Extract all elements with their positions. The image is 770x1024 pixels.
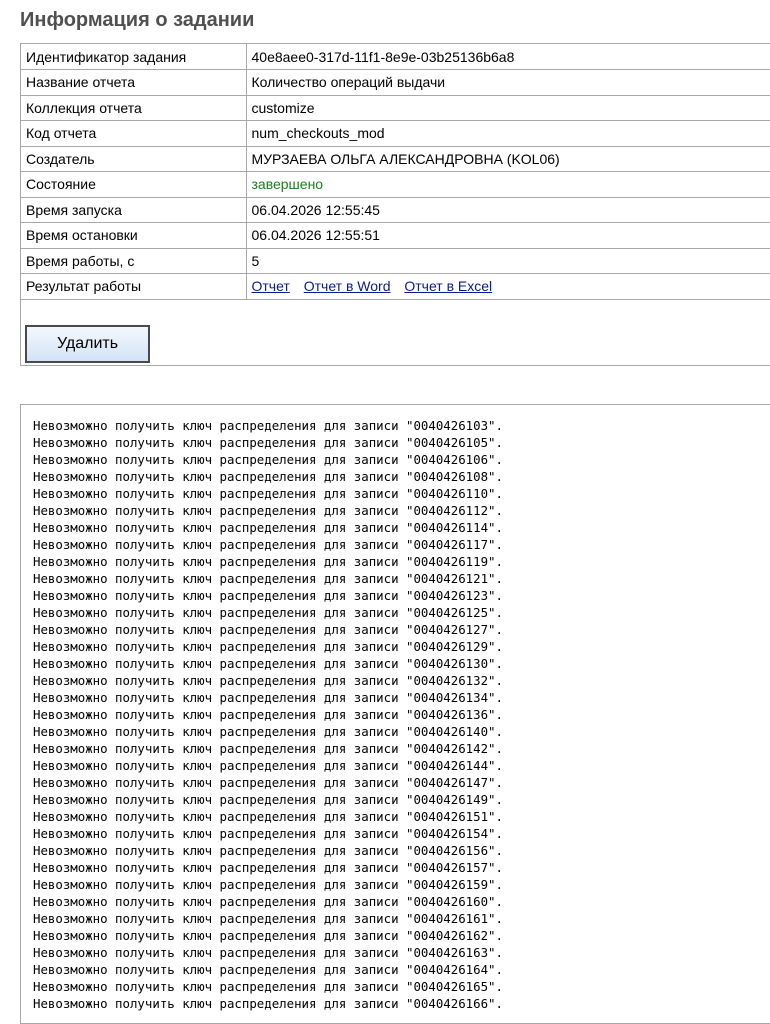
row-run-time: Время работы, с 5 xyxy=(21,248,770,274)
status-label: Состояние xyxy=(21,171,247,198)
log-line: Невозможно получить ключ распределения д… xyxy=(33,520,503,535)
log-line: Невозможно получить ключ распределения д… xyxy=(33,639,503,654)
log-line: Невозможно получить ключ распределения д… xyxy=(33,707,503,722)
row-task-id: Идентификатор задания 40e8aee0-317d-11f1… xyxy=(21,44,770,70)
log-line: Невозможно получить ключ распределения д… xyxy=(33,758,503,773)
log-line: Невозможно получить ключ распределения д… xyxy=(33,809,503,824)
log-line: Невозможно получить ключ распределения д… xyxy=(33,435,503,450)
run-time-label: Время работы, с xyxy=(21,248,247,274)
row-start-time: Время запуска 06.04.2026 12:55:45 xyxy=(21,197,770,223)
task-info-panel: Идентификатор задания 40e8aee0-317d-11f1… xyxy=(20,43,770,366)
log-line: Невозможно получить ключ распределения д… xyxy=(33,928,503,943)
log-line: Невозможно получить ключ распределения д… xyxy=(33,741,503,756)
log-line: Невозможно получить ключ распределения д… xyxy=(33,656,503,671)
report-excel-link[interactable]: Отчет в Excel xyxy=(404,278,492,294)
log-line: Невозможно получить ключ распределения д… xyxy=(33,469,503,484)
run-time-value: 5 xyxy=(246,248,770,274)
report-collection-label: Коллекция отчета xyxy=(21,95,247,121)
log-line: Невозможно получить ключ распределения д… xyxy=(33,537,503,552)
report-code-value: num_checkouts_mod xyxy=(246,120,770,147)
report-code-label: Код отчета xyxy=(21,120,247,147)
log-line: Невозможно получить ключ распределения д… xyxy=(33,554,503,569)
creator-value: МУРЗАЕВА ОЛЬГА АЛЕКСАНДРОВНА (KOL06) xyxy=(246,146,770,172)
log-line: Невозможно получить ключ распределения д… xyxy=(33,894,503,909)
log-panel: Невозможно получить ключ распределения д… xyxy=(20,404,770,1024)
log-line: Невозможно получить ключ распределения д… xyxy=(33,690,503,705)
log-line: Невозможно получить ключ распределения д… xyxy=(33,843,503,858)
log-line: Невозможно получить ключ распределения д… xyxy=(33,571,503,586)
log-line: Невозможно получить ключ распределения д… xyxy=(33,486,503,501)
report-name-value: Количество операций выдачи xyxy=(246,69,770,96)
start-time-value: 06.04.2026 12:55:45 xyxy=(246,197,770,223)
row-result: Результат работы Отчет Отчет в Word Отче… xyxy=(21,273,770,300)
log-line: Невозможно получить ключ распределения д… xyxy=(33,775,503,790)
page-title: Информация о задании xyxy=(20,9,255,31)
status-value: завершено xyxy=(246,171,770,198)
log-line: Невозможно получить ключ распределения д… xyxy=(33,452,503,467)
log-line: Невозможно получить ключ распределения д… xyxy=(33,588,503,603)
log-line: Невозможно получить ключ распределения д… xyxy=(33,622,503,637)
row-report-code: Код отчета num_checkouts_mod xyxy=(21,120,770,147)
result-links: Отчет Отчет в Word Отчет в Excel xyxy=(246,273,770,300)
row-report-collection: Коллекция отчета customize xyxy=(21,95,770,121)
delete-button[interactable]: Удалить xyxy=(25,325,150,363)
report-link[interactable]: Отчет xyxy=(252,278,290,294)
log-line: Невозможно получить ключ распределения д… xyxy=(33,945,503,960)
log-line: Невозможно получить ключ распределения д… xyxy=(33,979,503,994)
row-stop-time: Время остановки 06.04.2026 12:55:51 xyxy=(21,222,770,249)
log-line: Невозможно получить ключ распределения д… xyxy=(33,503,503,518)
report-name-label: Название отчета xyxy=(21,69,247,96)
log-line: Невозможно получить ключ распределения д… xyxy=(33,418,503,433)
log-line: Невозможно получить ключ распределения д… xyxy=(33,673,503,688)
log-line: Невозможно получить ключ распределения д… xyxy=(33,877,503,892)
creator-label: Создатель xyxy=(21,146,247,172)
stop-time-label: Время остановки xyxy=(21,222,247,249)
task-info-table: Идентификатор задания 40e8aee0-317d-11f1… xyxy=(21,44,770,300)
report-collection-value: customize xyxy=(246,95,770,121)
log-line: Невозможно получить ключ распределения д… xyxy=(33,860,503,875)
log-line: Невозможно получить ключ распределения д… xyxy=(33,605,503,620)
log-line: Невозможно получить ключ распределения д… xyxy=(33,911,503,926)
report-word-link[interactable]: Отчет в Word xyxy=(304,278,391,294)
row-creator: Создатель МУРЗАЕВА ОЛЬГА АЛЕКСАНДРОВНА (… xyxy=(21,146,770,172)
log-line: Невозможно получить ключ распределения д… xyxy=(33,724,503,739)
log-line: Невозможно получить ключ распределения д… xyxy=(33,826,503,841)
start-time-label: Время запуска xyxy=(21,197,247,223)
log-line: Невозможно получить ключ распределения д… xyxy=(33,792,503,807)
result-label: Результат работы xyxy=(21,273,247,300)
row-status: Состояние завершено xyxy=(21,171,770,198)
task-id-value: 40e8aee0-317d-11f1-8e9e-03b25136b6a8 xyxy=(246,44,770,70)
log-text: Невозможно получить ключ распределения д… xyxy=(21,405,770,1012)
log-line: Невозможно получить ключ распределения д… xyxy=(33,996,503,1011)
task-id-label: Идентификатор задания xyxy=(21,44,247,70)
row-report-name: Название отчета Количество операций выда… xyxy=(21,69,770,96)
log-line: Невозможно получить ключ распределения д… xyxy=(33,962,503,977)
stop-time-value: 06.04.2026 12:55:51 xyxy=(246,222,770,249)
